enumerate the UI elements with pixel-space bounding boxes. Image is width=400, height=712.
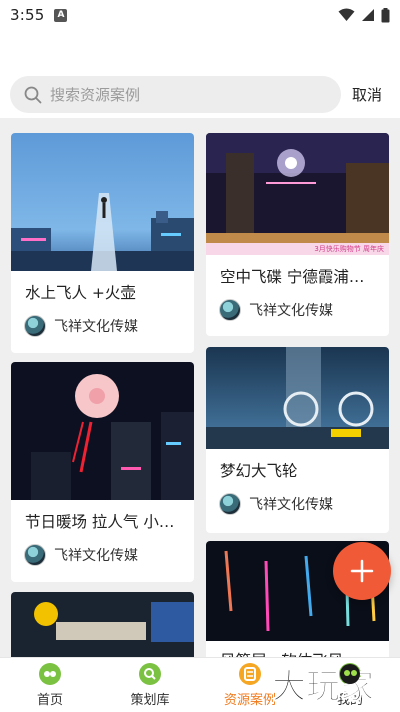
case-thumbnail bbox=[11, 592, 194, 658]
case-author: 飞祥文化传媒 bbox=[219, 493, 333, 515]
tab-label: 首页 bbox=[36, 693, 63, 708]
case-title: 节日暖场 拉人气 小… bbox=[25, 513, 175, 531]
case-thumbnail bbox=[206, 347, 389, 449]
home-icon bbox=[39, 663, 61, 685]
search-icon bbox=[24, 86, 42, 103]
case-card-water-flyer[interactable]: 水上飞人 +火壶 飞祥文化传媒 bbox=[11, 133, 194, 353]
case-thumbnail: 3月快乐购物节 周年庆 bbox=[206, 133, 389, 255]
library-icon bbox=[139, 663, 161, 685]
tab-planning-library[interactable]: 策划库 bbox=[100, 658, 200, 712]
tab-label: 策划库 bbox=[130, 693, 170, 708]
tab-home[interactable]: 首页 bbox=[0, 658, 100, 712]
author-name: 飞祥文化传媒 bbox=[54, 548, 138, 564]
case-card-extreme[interactable] bbox=[11, 592, 194, 658]
case-title: 水上飞人 +火壶 bbox=[25, 284, 136, 302]
case-author: 飞祥文化传媒 bbox=[219, 299, 333, 321]
resource-icon bbox=[239, 663, 261, 685]
author-avatar bbox=[24, 544, 46, 566]
tab-profile[interactable]: 我的 bbox=[300, 658, 400, 712]
plus-icon bbox=[350, 559, 374, 583]
case-author: 飞祥文化传媒 bbox=[24, 315, 138, 337]
signal-icon bbox=[362, 9, 374, 21]
sim-badge-icon: A bbox=[54, 8, 68, 22]
tab-label: 资源案例 bbox=[223, 693, 276, 708]
case-card-festival[interactable]: 节日暖场 拉人气 小… 飞祥文化传媒 bbox=[11, 362, 194, 582]
search-input[interactable] bbox=[50, 85, 300, 104]
profile-icon bbox=[339, 663, 361, 685]
case-author: 飞祥文化传媒 bbox=[24, 544, 138, 566]
status-time: 3:55 bbox=[10, 6, 45, 24]
sky-disc-caption: 3月快乐购物节 周年庆 bbox=[314, 244, 384, 253]
author-name: 飞祥文化传媒 bbox=[249, 303, 333, 319]
cancel-button[interactable]: 取消 bbox=[352, 84, 382, 105]
search-bar[interactable] bbox=[10, 76, 341, 113]
case-title: 梦幻大飞轮 bbox=[220, 462, 298, 480]
battery-icon bbox=[381, 7, 390, 22]
case-card-dream-wheel[interactable]: 梦幻大飞轮 飞祥文化传媒 bbox=[206, 347, 389, 533]
case-thumbnail bbox=[11, 362, 194, 500]
case-card-sky-disc[interactable]: 3月快乐购物节 周年庆 空中飞碟 宁德霞浦… 飞祥文化传媒 bbox=[206, 133, 389, 336]
author-avatar bbox=[219, 299, 241, 321]
tab-resource-cases[interactable]: 资源案例 bbox=[200, 658, 300, 712]
add-case-button[interactable] bbox=[333, 542, 391, 600]
bottom-tab-bar: 首页 策划库 资源案例 我的 bbox=[0, 657, 400, 712]
tab-label: 我的 bbox=[336, 693, 363, 708]
author-avatar bbox=[24, 315, 46, 337]
author-name: 飞祥文化传媒 bbox=[249, 497, 333, 513]
author-avatar bbox=[219, 493, 241, 515]
wifi-icon bbox=[338, 8, 355, 21]
case-title: 空中飞碟 宁德霞浦… bbox=[220, 268, 365, 286]
status-bar: 3:55 A bbox=[0, 0, 400, 30]
author-name: 飞祥文化传媒 bbox=[54, 319, 138, 335]
case-thumbnail bbox=[11, 133, 194, 271]
